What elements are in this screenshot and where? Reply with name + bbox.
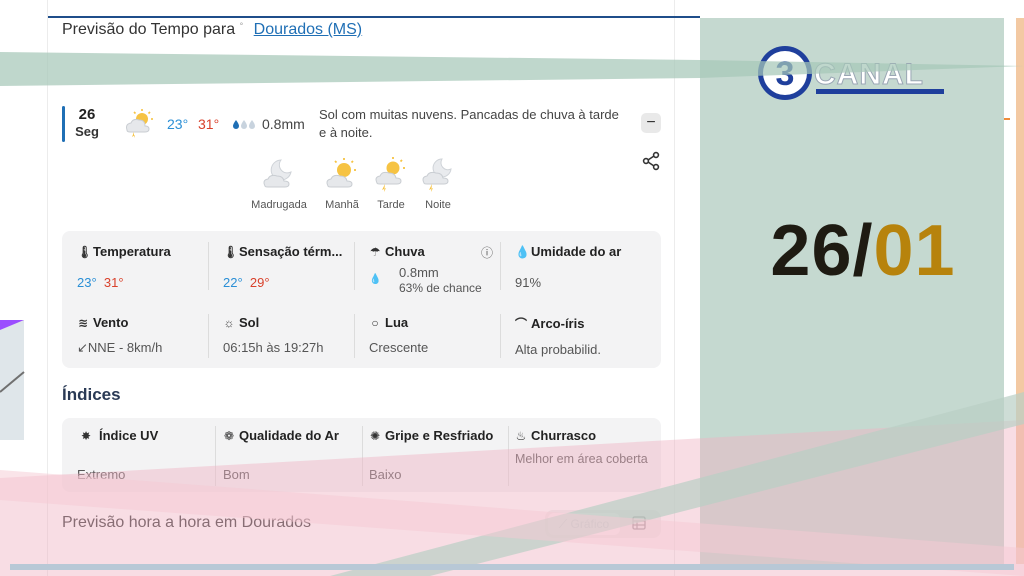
index-title: Gripe e Resfriado <box>385 428 494 443</box>
index-flu: ✺ Gripe e Resfriado Baixo <box>369 428 509 482</box>
day-rain-amount: 0.8mm <box>262 116 305 132</box>
detail-temperature: 🌡Temperatura 23° 31° <box>77 244 217 290</box>
rain-drops-icon: 💧 <box>369 274 382 285</box>
detail-feels-like: 🌡Sensação térm... 22° 29° <box>223 244 363 290</box>
date-day: 26/ <box>770 211 874 291</box>
partly-cloudy-rain-icon <box>126 109 153 138</box>
detail-title: Sol <box>239 315 260 330</box>
detail-title: Arco-íris <box>531 316 585 331</box>
sun-icon: ☼ <box>223 316 235 330</box>
chart-toggle-label: Gráfico <box>570 517 610 531</box>
day-temp-min: 23° <box>167 116 189 132</box>
chart-icon: ⟋ <box>558 517 571 531</box>
info-icon[interactable]: ⓘ <box>481 244 493 261</box>
period-label: Noite <box>425 199 451 211</box>
logo-number: 3 <box>776 55 795 93</box>
date-month: 01 <box>873 211 956 291</box>
index-air-quality: ❁ Qualidade do Ar Bom <box>223 428 363 482</box>
table-view-icon[interactable] <box>631 515 647 531</box>
rainbow-icon: ⌒ <box>515 317 528 331</box>
chart-view-button[interactable]: ⟋ Gráfico <box>548 513 620 535</box>
detail-rainbow: ⌒ Arco-íris Alta probabilid. <box>515 315 655 357</box>
card-top-border <box>48 16 700 18</box>
date-display: 26/01 <box>700 210 1024 292</box>
day-number: 26 <box>78 106 96 123</box>
forecast-header: Previsão do Tempo para ° Dourados (MS) <box>62 21 362 39</box>
accent-mark <box>1004 118 1010 120</box>
feels-max: 29° <box>249 275 270 290</box>
period-label: Manhã <box>325 199 359 211</box>
period-label: Tarde <box>377 199 405 211</box>
day-description: Sol com muitas nuvens. Pancadas de chuva… <box>319 107 619 140</box>
index-value: Bom <box>223 467 250 482</box>
detail-humidity: 💧Umidade do ar 91% <box>515 244 655 290</box>
detail-title: Umidade do ar <box>531 244 622 259</box>
rain-drops-icon <box>233 120 255 129</box>
city-link[interactable]: Dourados (MS) <box>254 21 362 38</box>
detail-title: Chuva <box>385 244 425 259</box>
divider <box>500 242 501 290</box>
wind-icon: ≋ <box>77 316 89 330</box>
period-manha: Manhã <box>322 156 362 211</box>
temp-min: 23° <box>77 275 97 290</box>
index-value: Melhor em área coberta <box>515 452 648 466</box>
share-icon[interactable] <box>641 151 661 171</box>
indices-title: Índices <box>62 385 121 404</box>
index-title: Churrasco <box>531 428 597 443</box>
rainbow-value: Alta probabilid. <box>515 342 601 357</box>
moon-cloud-storm-icon <box>422 158 452 192</box>
detail-title: Temperatura <box>93 244 171 259</box>
humidity-value: 91% <box>515 275 542 290</box>
header-title: Previsão do Tempo para <box>62 21 236 38</box>
wind-value: ↙NNE - 8km/h <box>77 340 163 355</box>
air-quality-icon: ❁ <box>223 429 235 443</box>
day-temp-max: 31° <box>198 116 220 132</box>
temp-max: 31° <box>103 275 124 290</box>
day-selected-indicator <box>62 106 65 142</box>
index-title: Qualidade do Ar <box>239 428 339 443</box>
detail-moon: ○ Lua Crescente <box>369 315 509 355</box>
moon-icon: ○ <box>371 316 379 330</box>
detail-title: Sensação térm... <box>239 244 343 259</box>
sun-value: 06:15h às 19:27h <box>223 340 324 355</box>
detail-rain: ☂ Chuva ⓘ 💧 0.8mm 63% de chance <box>369 244 493 295</box>
bottom-bar <box>10 564 1014 570</box>
feels-min: 22° <box>223 275 243 290</box>
index-barbecue: ♨ Churrasco Melhor em área coberta <box>515 428 653 467</box>
collapse-button[interactable]: − <box>641 113 661 133</box>
thermometer-icon: 🌡 <box>77 245 93 259</box>
feels-like-icon: 🌡 <box>223 245 239 259</box>
day-weekday: Seg <box>75 124 99 139</box>
virus-icon: ✺ <box>369 429 381 443</box>
period-label: Madrugada <box>251 199 307 211</box>
detail-sun: ☼ Sol 06:15h às 19:27h <box>223 315 363 355</box>
sun-cloud-icon <box>326 158 356 188</box>
canal3-logo: 3 CANAL <box>758 46 944 100</box>
period-tarde: Tarde <box>371 156 411 211</box>
detail-wind: ≋ Vento ↙NNE - 8km/h <box>77 315 217 356</box>
humidity-icon: 💧 <box>515 245 530 259</box>
logo-text: CANAL <box>814 58 924 91</box>
detail-title: Vento <box>93 315 129 330</box>
rain-chance: 63% de chance <box>399 281 482 295</box>
index-value: Baixo <box>369 467 402 482</box>
moon-value: Crescente <box>369 340 429 355</box>
index-uv: ✸ Índice UV Extremo <box>77 428 217 482</box>
index-value: Extremo <box>77 467 126 482</box>
view-toggle: ⟋ Gráfico <box>545 510 661 538</box>
uv-index-icon: ✸ <box>80 429 92 443</box>
rain-amount: 0.8mm <box>399 265 439 280</box>
grill-icon: ♨ <box>515 429 527 443</box>
detail-title: Lua <box>385 315 409 330</box>
header-superscript: ° <box>239 21 244 31</box>
period-madrugada: Madrugada <box>250 156 308 211</box>
hourly-forecast-title: Previsão hora a hora em Dourados <box>62 514 312 531</box>
sun-cloud-storm-icon <box>375 157 405 192</box>
cloud-rain-icon: ☂ <box>369 245 381 259</box>
index-title: Índice UV <box>99 428 159 443</box>
period-noite: Noite <box>418 156 458 211</box>
moon-cloud-icon <box>263 159 292 188</box>
